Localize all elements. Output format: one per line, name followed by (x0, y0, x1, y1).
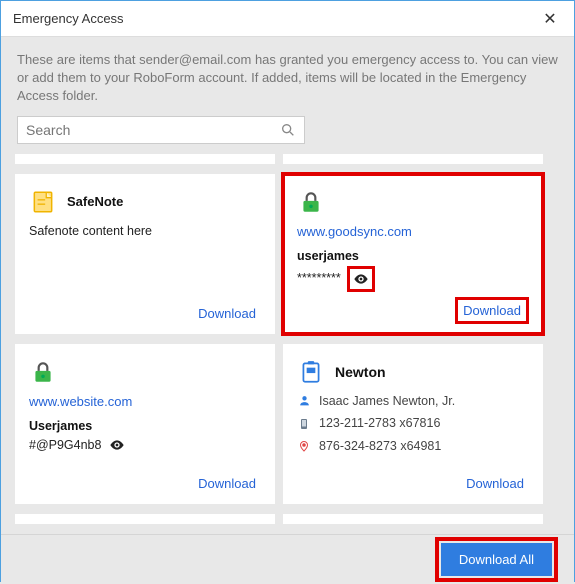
search-box[interactable] (17, 116, 305, 144)
contact-icon (297, 358, 325, 386)
safenote-content: Safenote content here (29, 222, 261, 303)
download-all-highlight: Download All (435, 537, 558, 582)
download-link[interactable]: Download (193, 473, 261, 494)
card-stub (283, 154, 543, 164)
lock-icon (29, 358, 57, 386)
reveal-password-icon[interactable] (107, 436, 127, 454)
card-stub (15, 154, 275, 164)
sender-email: sender@email.com (139, 52, 251, 67)
login-password: #@P9G4nb8 (29, 436, 101, 455)
contact-title: Newton (335, 364, 386, 380)
card-stub (283, 514, 543, 524)
login-password-masked: ********* (297, 269, 341, 288)
titlebar: Emergency Access ✕ (1, 1, 574, 37)
lock-icon (297, 188, 325, 216)
search-input[interactable] (26, 122, 280, 138)
login-url[interactable]: www.website.com (29, 392, 261, 412)
card-safenote: SafeNote Safenote content here Download (15, 174, 275, 334)
close-icon: ✕ (543, 9, 556, 29)
safenote-title: SafeNote (67, 194, 123, 209)
download-link[interactable]: Download (455, 297, 529, 324)
card-goodsync: www.goodsync.com userjames ********* Dow… (283, 174, 543, 334)
contact-phone2: 876-324-8273 x64981 (319, 437, 441, 456)
footer: Download All (1, 534, 574, 584)
contact-name: Isaac James Newton, Jr. (319, 392, 455, 411)
login-username: userjames (297, 247, 529, 266)
location-icon (297, 439, 311, 453)
close-button[interactable]: ✕ (532, 4, 568, 34)
safenote-icon (29, 188, 57, 216)
person-icon (297, 394, 311, 407)
description-text: These are items that sender@email.com ha… (1, 37, 574, 116)
card-newton: Newton Isaac James Newton, Jr. 123-211-2… (283, 344, 543, 504)
desc-pre: These are items that (17, 52, 139, 67)
login-url[interactable]: www.goodsync.com (297, 222, 529, 242)
card-stub (15, 514, 275, 524)
phone-icon (297, 417, 311, 431)
search-icon (280, 122, 296, 138)
items-grid: SafeNote Safenote content here Download … (1, 154, 574, 534)
contact-phone1: 123-211-2783 x67816 (319, 414, 440, 433)
download-link[interactable]: Download (193, 303, 261, 324)
login-username: Userjames (29, 417, 261, 436)
download-link[interactable]: Download (461, 473, 529, 494)
card-website: www.website.com Userjames #@P9G4nb8 Down… (15, 344, 275, 504)
window-title: Emergency Access (13, 11, 124, 26)
reveal-password-icon[interactable] (347, 266, 375, 292)
download-all-button[interactable]: Download All (441, 543, 552, 576)
